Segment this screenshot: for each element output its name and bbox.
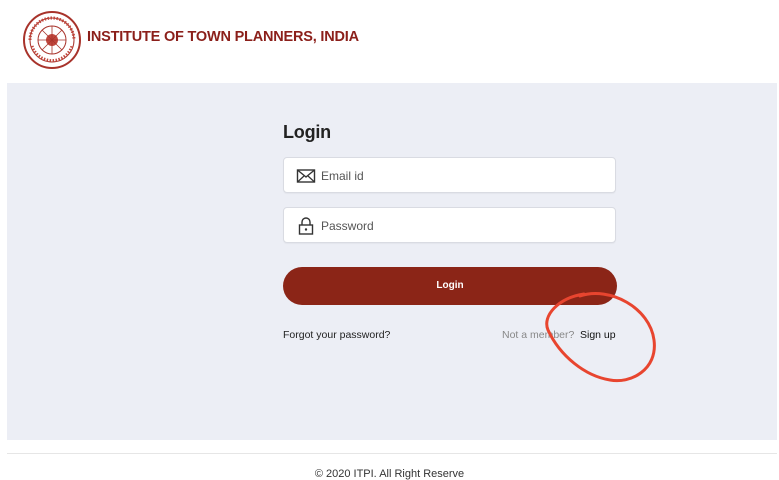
password-field[interactable]: Password — [283, 207, 616, 243]
lock-icon — [298, 217, 314, 235]
footer-copyright: © 2020 ITPI. All Right Reserve — [314, 468, 465, 480]
email-placeholder: Email id — [321, 169, 364, 183]
signup-link[interactable]: Sign up — [580, 329, 616, 341]
footer-divider — [7, 453, 777, 454]
login-panel — [7, 83, 777, 440]
login-button[interactable]: Login — [283, 267, 617, 305]
itpi-logo — [23, 11, 81, 69]
not-member-text: Not a member? — [502, 329, 575, 341]
login-title: Login — [283, 122, 331, 142]
password-placeholder: Password — [321, 219, 374, 233]
envelope-icon — [296, 169, 316, 183]
forgot-password-link[interactable]: Forgot your password? — [283, 329, 390, 341]
header: INSTITUTE OF TOWN PLANNERS, INDIA — [0, 0, 779, 78]
org-name: INSTITUTE OF TOWN PLANNERS, INDIA — [87, 29, 359, 45]
email-field[interactable]: Email id — [283, 157, 616, 193]
